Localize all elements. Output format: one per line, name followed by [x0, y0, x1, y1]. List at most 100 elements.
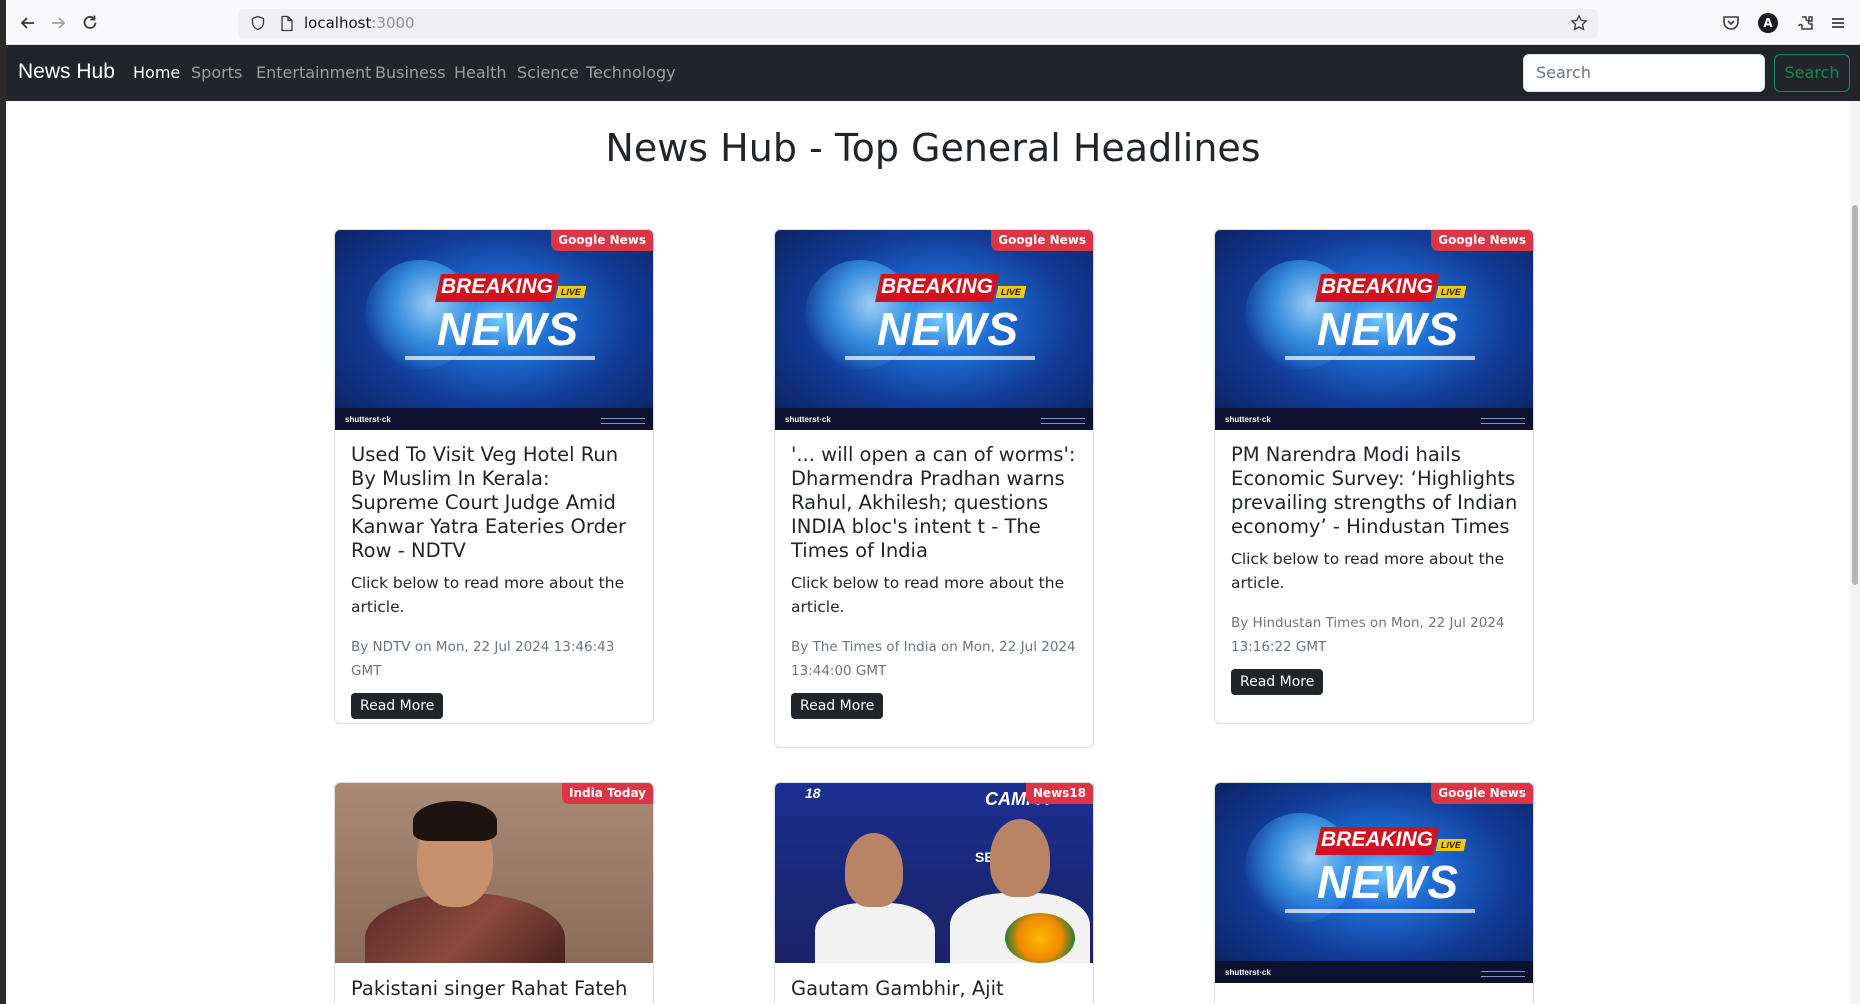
back-icon[interactable] — [18, 13, 38, 33]
article-image: BREAKING LIVE NEWS shutterst·ck — [775, 230, 1093, 430]
article-card: BREAKING LIVE NEWS shutterst·ck Google N… — [1214, 782, 1534, 1004]
portrait-hair — [413, 801, 497, 841]
page-icon[interactable] — [280, 15, 294, 32]
article-card: BREAKING LIVE NEWS shutterst·ck Google N… — [774, 229, 1094, 748]
source-badge: Google News — [1431, 230, 1533, 251]
nav-technology[interactable]: Technology — [586, 63, 676, 82]
search-input[interactable]: Search — [1523, 54, 1765, 92]
browser-toolbar: localhost:3000 A — [6, 0, 1860, 45]
scrollbar-thumb[interactable] — [1852, 205, 1858, 585]
person-shirt — [815, 903, 935, 963]
article-image: BREAKING LIVE NEWS shutterst·ck — [1215, 230, 1533, 430]
extensions-icon[interactable] — [1796, 13, 1816, 33]
live-tag: LIVE — [1435, 839, 1467, 851]
card-body: Pakistani singer Rahat Fateh — [351, 977, 639, 1001]
url-text[interactable]: localhost:3000 — [304, 14, 415, 32]
source-badge: Google News — [1431, 783, 1533, 804]
article-title: PM Narendra Modi hails Economic Survey: … — [1231, 443, 1518, 538]
watermark-text: shutterst·ck — [1225, 968, 1271, 977]
pocket-icon[interactable] — [1721, 13, 1741, 33]
underline-graphic — [1285, 909, 1475, 913]
page-title: News Hub - Top General Headlines — [605, 126, 1261, 170]
article-meta: By Hindustan Times on Mon, 22 Jul 2024 1… — [1231, 615, 1505, 655]
underline-graphic — [1285, 356, 1475, 360]
article-image: 18 CAMPA SBI LI — [775, 783, 1093, 963]
bookmark-star-icon[interactable] — [1570, 14, 1588, 32]
nav-health[interactable]: Health — [454, 63, 507, 82]
article-text: Click below to read more about the artic… — [791, 574, 1065, 616]
nav-business[interactable]: Business — [375, 63, 446, 82]
source-badge: News18 — [1025, 783, 1093, 804]
card-body: PM Narendra Modi hails Economic Survey: … — [1231, 443, 1519, 695]
article-card: India Today Pakistani singer Rahat Fateh — [334, 782, 654, 1004]
read-more-button[interactable]: Read More — [351, 693, 444, 719]
breaking-news-image: BREAKING LIVE NEWS shutterst·ck — [1215, 230, 1533, 430]
article-meta: By The Times of India on Mon, 22 Jul 202… — [791, 639, 1076, 679]
article-image: BREAKING LIVE NEWS shutterst·ck — [335, 230, 653, 430]
news-text: NEWS — [437, 303, 579, 355]
live-tag: LIVE — [1435, 286, 1467, 298]
forward-icon[interactable] — [48, 13, 68, 33]
article-title: Pakistani singer Rahat Fateh — [351, 977, 628, 1000]
watermark-text: shutterst·ck — [1225, 415, 1271, 424]
article-title: Used To Visit Veg Hotel Run By Muslim In… — [351, 443, 626, 562]
article-meta: By NDTV on Mon, 22 Jul 2024 13:46:43 GMT — [351, 639, 615, 679]
article-text: Click below to read more about the artic… — [1231, 550, 1505, 592]
live-tag: LIVE — [555, 286, 587, 298]
url-port: :3000 — [371, 14, 415, 32]
source-badge: Google News — [991, 230, 1093, 251]
breaking-text: BREAKING — [1320, 275, 1433, 298]
image-credit — [601, 418, 645, 424]
brand-logo[interactable]: News Hub — [18, 60, 115, 84]
article-card: BREAKING LIVE NEWS shutterst·ck Google N… — [1214, 229, 1534, 724]
search-button[interactable]: Search — [1774, 54, 1850, 92]
breaking-news-image: BREAKING LIVE NEWS shutterst·ck — [335, 230, 653, 430]
article-image — [335, 783, 653, 963]
flower-bouquet — [1005, 913, 1075, 963]
nav-sports[interactable]: Sports — [191, 63, 242, 82]
article-card: BREAKING LIVE NEWS shutterst·ck Google N… — [334, 229, 654, 724]
account-avatar[interactable]: A — [1758, 13, 1778, 33]
press-conference-image: 18 CAMPA SBI LI — [775, 783, 1093, 963]
browser-window: localhost:3000 A News Hub Home Sports En… — [6, 0, 1860, 1004]
image-credit — [1041, 418, 1085, 424]
url-host: localhost — [304, 14, 372, 32]
underline-graphic — [405, 356, 595, 360]
person-head — [845, 833, 903, 907]
live-tag: LIVE — [995, 286, 1027, 298]
menu-icon[interactable] — [1828, 13, 1848, 33]
breaking-text: BREAKING — [440, 275, 553, 298]
site-navbar: News Hub Home Sports Entertainment Busin… — [6, 45, 1860, 101]
read-more-button[interactable]: Read More — [1231, 669, 1324, 695]
source-badge: India Today — [562, 783, 653, 804]
article-card: 18 CAMPA SBI LI News18 Gautam Gambhir, A… — [774, 782, 1094, 1004]
watermark-text: shutterst·ck — [785, 415, 831, 424]
nav-science[interactable]: Science — [517, 63, 579, 82]
article-title: '... will open a can of worms': Dharmend… — [791, 443, 1076, 562]
read-more-button[interactable]: Read More — [791, 693, 884, 719]
article-image: BREAKING LIVE NEWS shutterst·ck — [1215, 783, 1533, 983]
address-bar[interactable]: localhost:3000 — [238, 9, 1598, 38]
news-text: NEWS — [1317, 303, 1459, 355]
news-text: NEWS — [1317, 856, 1459, 908]
card-body: Gautam Gambhir, Ajit Agarkar — [791, 977, 1079, 1004]
card-body: Used To Visit Veg Hotel Run By Muslim In… — [351, 443, 639, 719]
source-badge: Google News — [551, 230, 653, 251]
image-credit — [1481, 418, 1525, 424]
underline-graphic — [845, 356, 1035, 360]
article-title: Gautam Gambhir, Ajit Agarkar — [791, 977, 1004, 1004]
card-body: '... will open a can of worms': Dharmend… — [791, 443, 1079, 719]
image-credit — [1481, 971, 1525, 977]
page-scrollbar[interactable] — [1850, 101, 1860, 1004]
nav-entertainment[interactable]: Entertainment — [256, 63, 371, 82]
shield-icon[interactable] — [250, 15, 266, 31]
nav-home[interactable]: Home — [133, 63, 180, 82]
breaking-news-image: BREAKING LIVE NEWS shutterst·ck — [1215, 783, 1533, 983]
article-text: Click below to read more about the artic… — [351, 574, 625, 616]
news-text: NEWS — [877, 303, 1019, 355]
reload-icon[interactable] — [80, 13, 100, 33]
sponsor-logo: 18 — [805, 785, 821, 801]
watermark-text: shutterst·ck — [345, 415, 391, 424]
breaking-news-image: BREAKING LIVE NEWS shutterst·ck — [775, 230, 1093, 430]
breaking-text: BREAKING — [1320, 828, 1433, 851]
